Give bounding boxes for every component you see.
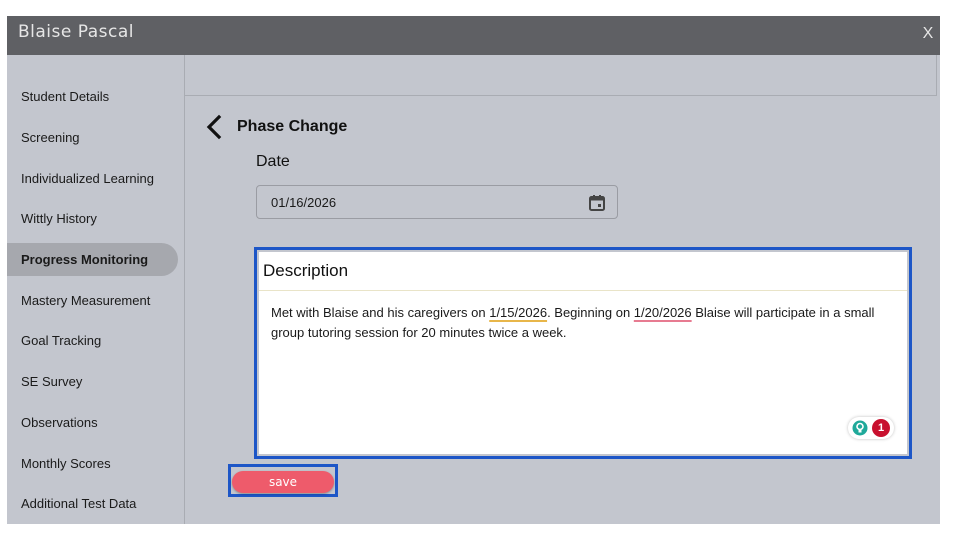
grammar-assistant-badge[interactable]: 1 (848, 417, 894, 439)
description-divider (259, 290, 907, 291)
sidebar-item-progress-monitoring[interactable]: Progress Monitoring (7, 243, 178, 276)
description-text-part: Met with Blaise and his caregivers on (271, 305, 490, 320)
sidebar: Student Details Screening Individualized… (7, 55, 185, 524)
sidebar-item-additional-test-data[interactable]: Additional Test Data (7, 487, 178, 520)
close-button[interactable]: X (920, 23, 936, 45)
flagged-date[interactable]: 1/20/2026 (634, 305, 692, 320)
top-strip (185, 55, 937, 96)
calendar-icon[interactable] (588, 194, 606, 212)
window-title: Blaise Pascal (18, 22, 134, 42)
app-window: Blaise Pascal X Student Details Screenin… (7, 16, 940, 524)
description-editor[interactable]: Description Met with Blaise and his care… (259, 252, 907, 454)
sidebar-item-student-details[interactable]: Student Details (7, 80, 178, 113)
date-value: 01/16/2026 (271, 195, 337, 210)
save-button[interactable]: save (232, 471, 334, 493)
page-title: Phase Change (237, 118, 348, 135)
sidebar-item-goal-tracking[interactable]: Goal Tracking (7, 324, 178, 357)
back-button[interactable] (205, 114, 225, 140)
date-field[interactable]: 01/16/2026 (256, 185, 618, 219)
sidebar-item-wittly-history[interactable]: Wittly History (7, 202, 178, 235)
description-title: Description (263, 261, 349, 280)
lightbulb-icon (852, 420, 868, 436)
grammar-issue-count: 1 (872, 419, 890, 437)
description-text-part: . Beginning on (547, 305, 634, 320)
title-bar: Blaise Pascal X (7, 16, 940, 55)
flagged-date[interactable]: 1/15/2026 (489, 305, 547, 320)
sidebar-item-mastery-measurement[interactable]: Mastery Measurement (7, 284, 178, 317)
sidebar-item-individualized-learning[interactable]: Individualized Learning (7, 162, 178, 195)
description-text[interactable]: Met with Blaise and his caregivers on 1/… (271, 303, 901, 343)
sidebar-item-se-survey[interactable]: SE Survey (7, 365, 178, 398)
date-label: Date (256, 153, 290, 170)
chevron-left-icon (206, 114, 222, 140)
sidebar-item-observations[interactable]: Observations (7, 406, 178, 439)
sidebar-item-screening[interactable]: Screening (7, 121, 178, 154)
sidebar-item-monthly-scores[interactable]: Monthly Scores (7, 447, 178, 480)
